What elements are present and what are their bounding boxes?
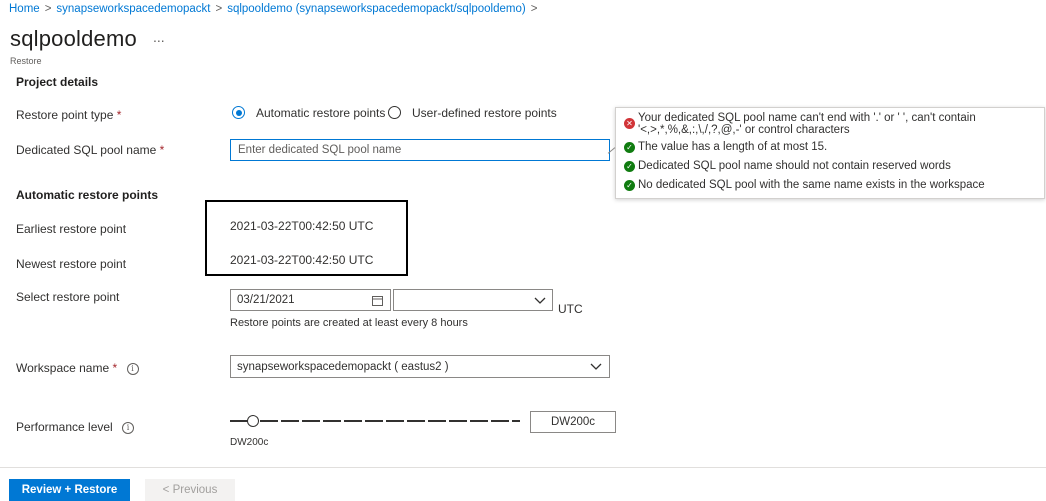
workspace-name-label: Workspace name * i	[16, 361, 139, 375]
restore-point-hint: Restore points are created at least ever…	[230, 317, 468, 329]
restore-date-picker[interactable]: 03/21/2021	[230, 289, 391, 311]
select-restore-point-label: Select restore point	[16, 290, 120, 304]
timezone-label: UTC	[558, 302, 583, 316]
performance-level-label: Performance level i	[16, 420, 135, 434]
footer-divider	[0, 467, 1046, 468]
restore-point-type-label-text: Restore point type	[16, 108, 114, 122]
automatic-restore-points-heading: Automatic restore points	[16, 188, 159, 202]
slider-thumb[interactable]	[247, 415, 259, 427]
workspace-select[interactable]: synapseworkspacedemopackt ( eastus2 )	[230, 355, 610, 378]
chevron-down-icon	[590, 363, 602, 370]
breadcrumb-home-link[interactable]: Home	[9, 3, 40, 15]
required-marker: *	[116, 108, 122, 122]
info-icon[interactable]: i	[122, 422, 135, 434]
check-circle-icon: ✓	[624, 142, 635, 153]
radio-user-defined-restore-points[interactable]	[388, 106, 401, 119]
breadcrumb-separator: >	[530, 3, 538, 15]
newest-restore-point-value: 2021-03-22T00:42:50 UTC	[230, 253, 374, 267]
breadcrumb-workspace-link[interactable]: synapseworkspacedemopackt	[56, 3, 210, 15]
more-options-button[interactable]: ...	[153, 29, 165, 45]
earliest-restore-point-value: 2021-03-22T00:42:50 UTC	[230, 219, 374, 233]
slider-filled-track	[230, 420, 248, 422]
validation-item-error: ✕ Your dedicated SQL pool name can't end…	[624, 112, 978, 136]
check-circle-icon: ✓	[624, 161, 635, 172]
chevron-down-icon	[534, 297, 546, 304]
radio-automatic-label[interactable]: Automatic restore points	[256, 106, 385, 120]
info-icon[interactable]: i	[126, 363, 139, 375]
pool-name-label-text: Dedicated SQL pool name	[16, 143, 157, 157]
error-circle-icon: ✕	[624, 118, 635, 129]
workspace-value: synapseworkspacedemopackt ( eastus2 )	[237, 361, 449, 373]
slider-track	[260, 420, 520, 422]
newest-restore-point-label: Newest restore point	[16, 257, 127, 271]
check-circle-icon: ✓	[624, 180, 635, 191]
performance-level-value[interactable]: DW200c	[530, 411, 616, 433]
project-details-heading: Project details	[16, 75, 99, 89]
workspace-name-label-text: Workspace name	[16, 361, 110, 375]
required-marker: *	[112, 361, 118, 375]
validation-item-ok: ✓ No dedicated SQL pool with the same na…	[624, 179, 985, 191]
restore-date-value: 03/21/2021	[237, 294, 295, 306]
validation-text: Your dedicated SQL pool name can't end w…	[638, 112, 976, 136]
validation-text: The value has a length of at most 15.	[638, 141, 828, 153]
performance-slider[interactable]	[230, 413, 520, 429]
validation-text: Dedicated SQL pool name should not conta…	[638, 160, 951, 172]
breadcrumb: Home > synapseworkspacedemopackt > sqlpoolde…	[9, 3, 542, 15]
performance-min-label: DW200c	[230, 437, 269, 448]
breadcrumb-pool-link[interactable]: sqlpooldemo (synapseworkspacedemopackt/s…	[227, 3, 526, 15]
calendar-icon[interactable]	[372, 295, 383, 306]
radio-user-defined-label[interactable]: User-defined restore points	[412, 106, 557, 120]
restore-point-type-label: Restore point type *	[16, 108, 121, 122]
pool-name-label: Dedicated SQL pool name *	[16, 143, 164, 157]
pool-name-input[interactable]: Enter dedicated SQL pool name	[230, 139, 610, 161]
validation-text: No dedicated SQL pool with the same name…	[638, 179, 985, 191]
page-title: sqlpooldemo	[10, 26, 137, 51]
radio-automatic-restore-points[interactable]	[232, 106, 245, 119]
breadcrumb-separator: >	[44, 3, 52, 15]
validation-item-ok: ✓ Dedicated SQL pool name should not con…	[624, 160, 951, 172]
page-subtitle: Restore	[10, 56, 42, 66]
performance-level-label-text: Performance level	[16, 420, 113, 434]
breadcrumb-separator: >	[215, 3, 223, 15]
validation-tooltip: ✕ Your dedicated SQL pool name can't end…	[615, 107, 1045, 199]
validation-item-ok: ✓ The value has a length of at most 15.	[624, 141, 827, 153]
required-marker: *	[159, 143, 165, 157]
earliest-restore-point-label: Earliest restore point	[16, 222, 127, 236]
restore-time-select[interactable]	[393, 289, 553, 311]
pool-name-placeholder: Enter dedicated SQL pool name	[238, 144, 402, 156]
